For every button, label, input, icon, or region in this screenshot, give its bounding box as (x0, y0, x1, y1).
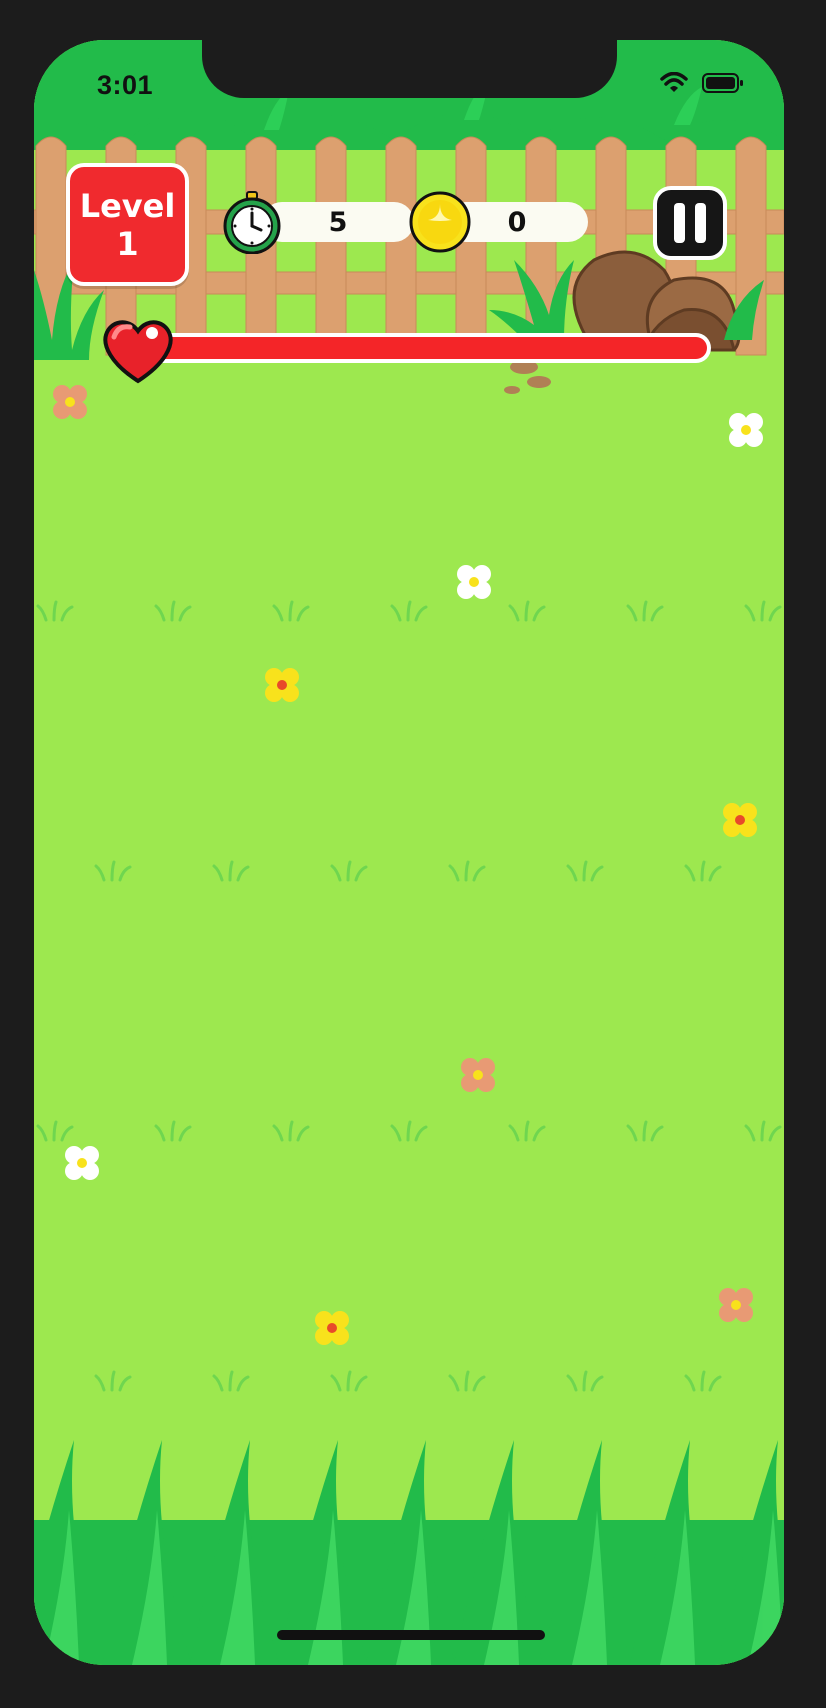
flower (65, 1146, 99, 1180)
coin-value: 0 (507, 206, 527, 238)
flower (53, 385, 87, 419)
pause-button[interactable] (652, 185, 728, 261)
device-notch (202, 40, 617, 98)
home-indicator (277, 1630, 545, 1640)
coin-icon (409, 191, 471, 253)
status-icons (659, 71, 744, 94)
flower (265, 668, 299, 702)
flower (719, 1288, 753, 1322)
wifi-icon (660, 71, 688, 92)
flower (315, 1311, 349, 1345)
flower (723, 803, 757, 837)
timer-value: 5 (328, 206, 348, 238)
pause-icon (653, 186, 727, 260)
flower (729, 413, 763, 447)
timer-counter: 5 (262, 202, 414, 242)
stopwatch-icon (223, 191, 281, 254)
health-bar-fill (128, 337, 707, 359)
health-bar (124, 333, 711, 363)
flower (461, 1058, 495, 1092)
heart-icon (103, 320, 173, 384)
status-time: 3:01 (97, 70, 154, 100)
battery-icon (702, 73, 743, 93)
flower (457, 565, 491, 599)
level-badge: Level 1 (66, 163, 189, 286)
game-screen: 3:01 Level 1 5 0 (34, 40, 784, 1665)
level-number: 1 (116, 224, 139, 263)
level-label: Level (79, 186, 176, 225)
